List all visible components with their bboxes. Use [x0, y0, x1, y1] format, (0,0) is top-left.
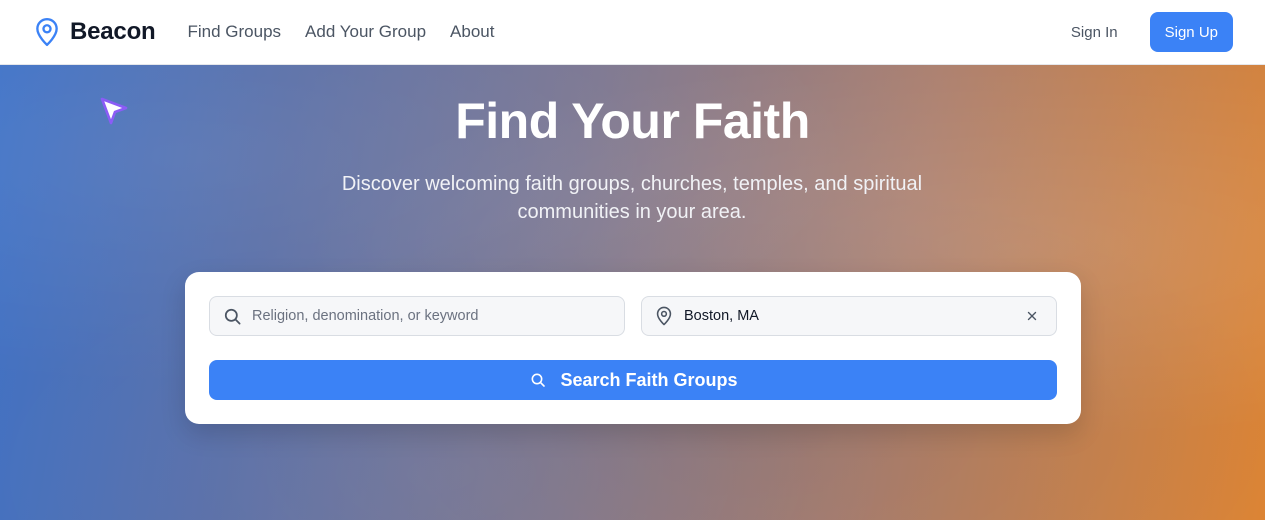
auth-actions: Sign In Sign Up: [1071, 12, 1233, 52]
search-card: Search Faith Groups: [185, 272, 1081, 424]
location-field: [641, 296, 1057, 336]
brand-logo[interactable]: Beacon: [32, 17, 156, 47]
nav-link-find-groups[interactable]: Find Groups: [188, 22, 282, 42]
search-icon: [528, 370, 548, 390]
hero-title: Find Your Faith: [455, 93, 810, 149]
search-faith-groups-button[interactable]: Search Faith Groups: [209, 360, 1057, 400]
keyword-field: [209, 296, 625, 336]
map-pin-icon: [654, 306, 674, 326]
search-icon: [222, 306, 242, 326]
nav-link-about[interactable]: About: [450, 22, 494, 42]
keyword-search-input[interactable]: [252, 308, 612, 324]
search-button-label: Search Faith Groups: [560, 369, 738, 390]
sign-in-link[interactable]: Sign In: [1071, 24, 1118, 41]
top-nav: Beacon Find Groups Add Your Group About …: [0, 0, 1265, 65]
primary-nav: Find Groups Add Your Group About: [188, 22, 495, 42]
sign-up-button[interactable]: Sign Up: [1149, 12, 1233, 52]
nav-link-add-your-group[interactable]: Add Your Group: [305, 22, 426, 42]
map-pin-icon: [32, 17, 62, 47]
location-input[interactable]: [684, 308, 1010, 324]
hero-subtitle: Discover welcoming faith groups, churche…: [341, 173, 923, 223]
brand-name: Beacon: [70, 18, 156, 45]
close-icon[interactable]: [1020, 304, 1044, 328]
hero-section: Find Your Faith Discover welcoming faith…: [0, 65, 1265, 520]
